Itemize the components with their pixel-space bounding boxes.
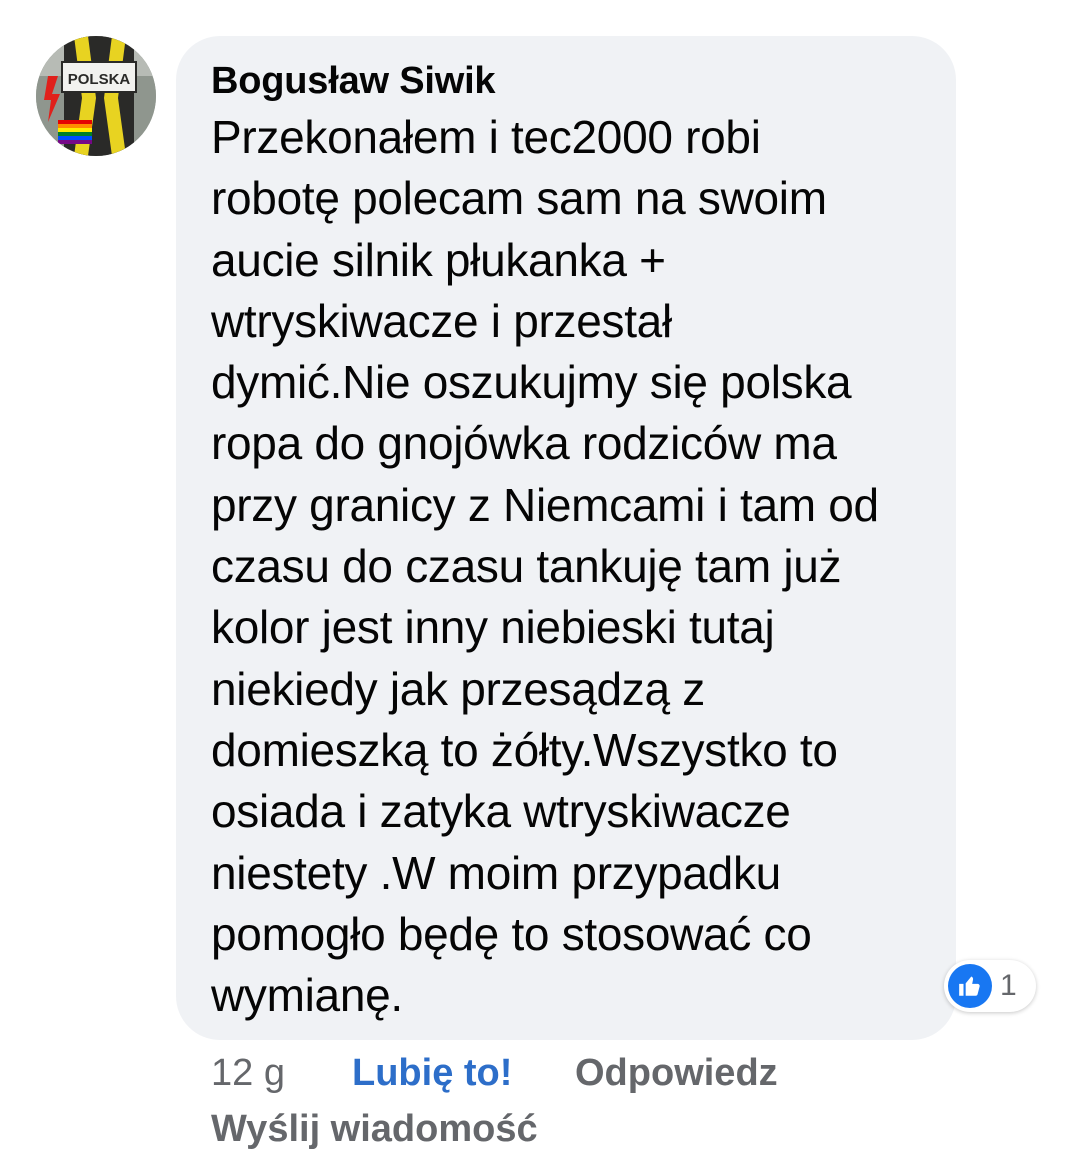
comment-text-line: osiada i zatyka wtryskiwacze xyxy=(211,785,791,838)
comment-text-line: kolor jest inny niebieski tutaj xyxy=(211,601,775,654)
comment-text-line: niestety .W moim przypadku xyxy=(211,846,781,899)
like-button[interactable]: Lubię to! xyxy=(352,1048,512,1098)
comment-text-line: czasu do czasu tankuję tam już xyxy=(211,540,842,593)
reply-button[interactable]: Odpowiedz xyxy=(575,1048,778,1098)
comment-text-line: domieszką to żółty.Wszystko to xyxy=(211,723,838,776)
reaction-summary[interactable]: 1 xyxy=(944,960,1036,1012)
thumbs-up-icon xyxy=(948,964,992,1008)
comment-timestamp[interactable]: 12 g xyxy=(211,1048,285,1098)
avatar[interactable]: POLSKA xyxy=(36,36,156,156)
comment-text-line: Przekonałem i tec2000 robi xyxy=(211,111,761,163)
comment-text-line: ropa do gnojówka rodziców ma xyxy=(211,417,837,470)
avatar-label: POLSKA xyxy=(68,71,131,88)
avatar-image: POLSKA xyxy=(36,36,156,156)
comment-text-line: niekiedy jak przesądzą z xyxy=(211,662,705,715)
comment-author[interactable]: Bogusław Siwik xyxy=(211,58,496,104)
comment-text-line: aucie silnik płukanka + xyxy=(211,233,666,286)
comment-text-line: dymić.Nie oszukujmy się polska xyxy=(211,356,852,409)
comment-text-line: robotę polecam sam na swoim xyxy=(211,172,827,225)
comment-text-line: wymianę. xyxy=(211,969,403,1022)
comment-text-line: przy granicy z Niemcami i tam od xyxy=(211,478,879,531)
comment-text-line: pomogło będę to stosować co xyxy=(211,907,812,960)
rainbow-flag-icon xyxy=(58,120,92,144)
comment-text-line: wtryskiwacze i przestał xyxy=(211,294,672,347)
comment-text: Przekonałem i tec2000 robi robotę poleca… xyxy=(211,107,946,1026)
reaction-count: 1 xyxy=(1000,969,1017,1002)
send-message-button[interactable]: Wyślij wiadomość xyxy=(211,1104,538,1154)
